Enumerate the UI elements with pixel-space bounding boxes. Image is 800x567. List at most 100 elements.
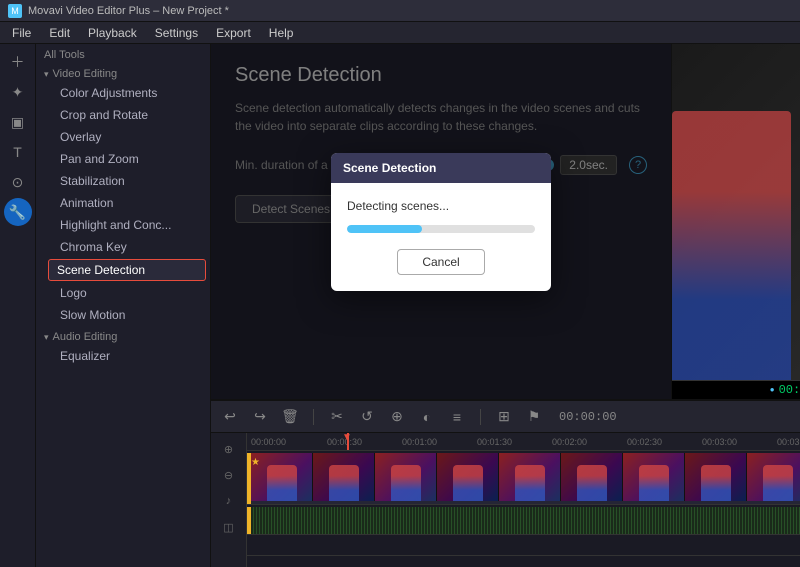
marker-2: 00:01:00 xyxy=(402,437,437,447)
progress-fill xyxy=(347,225,422,233)
track-star-icon: ★ xyxy=(251,457,260,468)
cancel-button[interactable]: Cancel xyxy=(397,249,484,275)
timeline-toolbar: ↩ ↪ 🗑 ✂ ↺ ⊕ ◐ ≡ ⊞ ⚑ 00:00:00 xyxy=(211,401,800,433)
sidebar-item-chroma-key[interactable]: Chroma Key xyxy=(44,236,210,258)
clip-9[interactable] xyxy=(747,453,800,501)
marker-6: 00:03:00 xyxy=(702,437,737,447)
redo-button[interactable]: ↪ xyxy=(249,406,271,428)
sidebar-item-stabilization[interactable]: Stabilization xyxy=(44,170,210,192)
flag-button[interactable]: ⚑ xyxy=(523,406,545,428)
preview-person xyxy=(672,111,791,380)
separator-1 xyxy=(313,409,314,425)
all-tools-label: All Tools xyxy=(44,49,85,61)
scene-detection-dialog: Scene Detection Detecting scenes... Canc… xyxy=(331,153,551,291)
sidebar-item-scene-detection[interactable]: Scene Detection xyxy=(48,259,206,281)
time-display-start: 00:00:00 xyxy=(553,410,623,424)
sidebar-item-color-adjustments[interactable]: Color Adjustments xyxy=(44,82,210,104)
undo-button[interactable]: ↩ xyxy=(219,406,241,428)
clip-person-9 xyxy=(763,465,793,501)
menu-bar: File Edit Playback Settings Export Help xyxy=(0,22,800,44)
section-arrow-icon: ▾ xyxy=(44,69,49,80)
tl-side-zoom-out-btn[interactable]: ⊖ xyxy=(217,463,241,487)
color-button[interactable]: ◐ xyxy=(416,406,438,428)
timeline-left-panel: ⊕ ⊖ ♪ ◫ xyxy=(211,433,247,567)
separator-2 xyxy=(480,409,481,425)
menu-edit[interactable]: Edit xyxy=(41,24,78,42)
sidebar-item-pan-zoom[interactable]: Pan and Zoom xyxy=(44,148,210,170)
title-bar: M Movavi Video Editor Plus – New Project… xyxy=(0,0,800,22)
sidebar-item-equalizer[interactable]: Equalizer xyxy=(44,345,210,367)
list-button[interactable]: ≡ xyxy=(446,406,468,428)
timeline-tracks: 00:00:00 00:00:30 00:01:00 00:01:30 00:0… xyxy=(247,433,800,567)
video-preview: THE NERD LIFE ● 00:00:27.600 xyxy=(671,44,800,399)
clip-person-4 xyxy=(453,465,483,501)
sidebar-item-highlight[interactable]: Highlight and Conc... xyxy=(44,214,210,236)
content-preview-row: Scene Detection Scene detection automati… xyxy=(211,44,800,399)
left-toolbar: ＋ ✦ ▣ T ⊙ 🔧 xyxy=(0,44,36,567)
toolbar-text-btn[interactable]: T xyxy=(4,138,32,166)
main-layout: ＋ ✦ ▣ T ⊙ 🔧 All Tools ▾ Video Editing Co… xyxy=(0,44,800,567)
clip-4[interactable] xyxy=(437,453,499,501)
clip-6[interactable] xyxy=(561,453,623,501)
marker-3: 00:01:30 xyxy=(477,437,512,447)
menu-file[interactable]: File xyxy=(4,24,39,42)
dialog-title: Scene Detection xyxy=(331,153,551,183)
dialog-overlay: Scene Detection Detecting scenes... Canc… xyxy=(211,44,671,399)
delete-button[interactable]: 🗑 xyxy=(279,406,301,428)
clip-7[interactable] xyxy=(623,453,685,501)
audio-section-arrow-icon: ▾ xyxy=(44,332,49,343)
tl-side-vol-btn[interactable]: ♪ xyxy=(217,489,241,513)
clip-person-5 xyxy=(515,465,545,501)
app-title: Movavi Video Editor Plus – New Project * xyxy=(28,5,229,17)
audio-track xyxy=(247,507,800,535)
clip-person-8 xyxy=(701,465,731,501)
menu-playback[interactable]: Playback xyxy=(80,24,145,42)
rotate-button[interactable]: ↺ xyxy=(356,406,378,428)
tl-side-mute-btn[interactable]: ◫ xyxy=(217,515,241,539)
timecode: ● 00:00:27.600 xyxy=(672,380,800,399)
menu-settings[interactable]: Settings xyxy=(147,24,206,42)
toolbar-clock-btn[interactable]: ⊙ xyxy=(4,168,32,196)
video-track: ★ xyxy=(247,453,800,505)
progress-bar xyxy=(347,225,535,233)
clip-row xyxy=(251,453,800,501)
audio-editing-label: Audio Editing xyxy=(53,331,118,343)
timeline-scrollbar[interactable] xyxy=(247,555,800,567)
cut-button[interactable]: ✂ xyxy=(326,406,348,428)
clip-3[interactable] xyxy=(375,453,437,501)
toolbar-add-btn[interactable]: ＋ xyxy=(4,48,32,76)
tl-side-zoom-btn[interactable]: ⊕ xyxy=(217,437,241,461)
sidebar-all-tools[interactable]: All Tools xyxy=(36,44,210,63)
toolbar-wrench-btn[interactable]: 🔧 xyxy=(4,198,32,226)
clip-person-1 xyxy=(267,465,297,501)
marker-5: 00:02:30 xyxy=(627,437,662,447)
audio-waveform xyxy=(251,507,800,534)
sidebar-video-editing-section[interactable]: ▾ Video Editing xyxy=(36,63,210,82)
playhead[interactable] xyxy=(347,433,349,450)
time-ruler: 00:00:00 00:00:30 00:01:00 00:01:30 00:0… xyxy=(247,433,800,451)
clip-1[interactable] xyxy=(251,453,313,501)
menu-export[interactable]: Export xyxy=(208,24,259,42)
timecode-value: 00:00:27.600 xyxy=(779,383,800,397)
clip-person-7 xyxy=(639,465,669,501)
sidebar-item-crop-rotate[interactable]: Crop and Rotate xyxy=(44,104,210,126)
toolbar-star-btn[interactable]: ✦ xyxy=(4,78,32,106)
sidebar-item-logo[interactable]: Logo xyxy=(44,282,210,304)
grid-button[interactable]: ⊞ xyxy=(493,406,515,428)
preview-image: THE NERD LIFE xyxy=(672,44,800,380)
content-area: Scene Detection Scene detection automati… xyxy=(211,44,671,399)
sidebar: All Tools ▾ Video Editing Color Adjustme… xyxy=(36,44,211,567)
sidebar-item-overlay[interactable]: Overlay xyxy=(44,126,210,148)
marker-0: 00:00:00 xyxy=(251,437,286,447)
toolbar-filter-btn[interactable]: ▣ xyxy=(4,108,32,136)
menu-help[interactable]: Help xyxy=(261,24,302,42)
clip-5[interactable] xyxy=(499,453,561,501)
sidebar-item-slow-motion[interactable]: Slow Motion xyxy=(44,304,210,326)
crop-button[interactable]: ⊕ xyxy=(386,406,408,428)
clip-2[interactable] xyxy=(313,453,375,501)
sidebar-audio-editing-section[interactable]: ▾ Audio Editing xyxy=(36,326,210,345)
sidebar-item-animation[interactable]: Animation xyxy=(44,192,210,214)
clip-8[interactable] xyxy=(685,453,747,501)
dialog-cancel-row: Cancel xyxy=(347,249,535,275)
timeline-content: ⊕ ⊖ ♪ ◫ 00:00:00 00:00:30 00:01:00 00:01… xyxy=(211,433,800,567)
